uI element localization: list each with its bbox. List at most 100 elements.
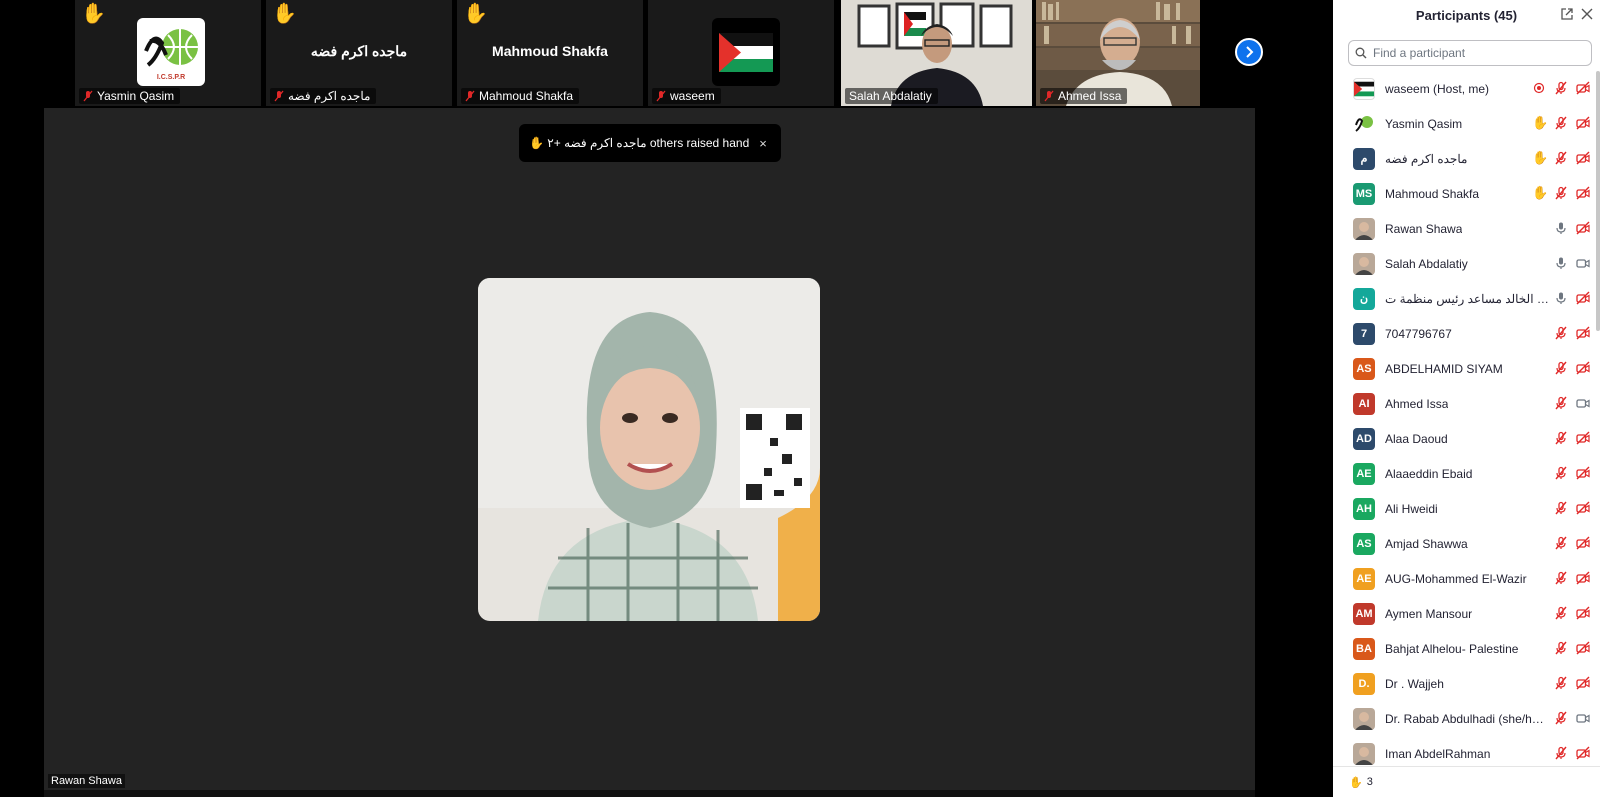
participant-name: Amjad Shawwa xyxy=(1385,536,1468,551)
muted-mic-icon[interactable] xyxy=(1554,676,1568,690)
camera-off-icon[interactable] xyxy=(1576,151,1590,165)
muted-mic-icon[interactable] xyxy=(1554,326,1568,340)
muted-mic-icon[interactable] xyxy=(1554,711,1568,725)
camera-off-icon[interactable] xyxy=(1576,746,1590,760)
participant-row[interactable]: AS ABDELHAMID SIYAM xyxy=(1333,351,1600,386)
muted-mic-icon[interactable] xyxy=(1554,641,1568,655)
search-input[interactable] xyxy=(1373,46,1585,60)
camera-off-icon[interactable] xyxy=(1576,676,1590,690)
camera-off-icon[interactable] xyxy=(1576,606,1590,620)
camera-off-icon[interactable] xyxy=(1576,641,1590,655)
participant-name: Ahmed Issa xyxy=(1385,396,1449,411)
participant-avatar: AS xyxy=(1353,357,1375,380)
camera-off-icon[interactable] xyxy=(1576,571,1590,585)
camera-off-icon[interactable] xyxy=(1576,431,1590,445)
notification-text: ✋ ماجده اكرم فضه +٢ others raised hands xyxy=(529,136,749,150)
mic-icon[interactable] xyxy=(1554,221,1568,235)
participant-avatar: AI xyxy=(1353,392,1375,415)
participant-row[interactable]: waseem (Host, me) xyxy=(1333,71,1600,106)
participant-row[interactable]: D. Dr . Wajjeh xyxy=(1333,666,1600,701)
next-page-button[interactable] xyxy=(1235,38,1263,66)
video-tile[interactable]: ✋ I.C.S.P.R Yasmin Qasim xyxy=(75,0,261,106)
participant-row[interactable]: Dr. Rabab Abdulhadi (she/her),... xyxy=(1333,701,1600,736)
mic-icon[interactable] xyxy=(1554,291,1568,305)
participant-row[interactable]: Yasmin Qasim ✋ xyxy=(1333,106,1600,141)
participant-list: waseem (Host, me) Yasmin Qasim ✋ م ماجده اكر… xyxy=(1333,71,1600,766)
popout-icon[interactable] xyxy=(1560,7,1574,21)
participant-row[interactable]: Salah Abdalatiy xyxy=(1333,246,1600,281)
participants-panel: Participants (45) waseem (Host, me) Yasmi… xyxy=(1333,0,1600,797)
participant-row[interactable]: AH Ali Hweidi xyxy=(1333,491,1600,526)
muted-mic-icon[interactable] xyxy=(1554,361,1568,375)
active-speaker-stage[interactable]: ✋ ماجده اكرم فضه +٢ others raised hands … xyxy=(44,108,1255,790)
participant-avatar xyxy=(1353,707,1375,730)
tile-nameplate: waseem xyxy=(652,88,721,104)
participant-row[interactable]: AD Alaa Daoud xyxy=(1333,421,1600,456)
participant-row[interactable]: م ماجده اكرم فضه ✋ xyxy=(1333,141,1600,176)
muted-mic-icon[interactable] xyxy=(1554,151,1568,165)
muted-mic-icon[interactable] xyxy=(1554,466,1568,480)
muted-mic-icon[interactable] xyxy=(1554,606,1568,620)
participant-row[interactable]: MS Mahmoud Shakfa ✋ xyxy=(1333,176,1600,211)
camera-icon[interactable] xyxy=(1576,711,1590,725)
video-tile[interactable]: waseem xyxy=(648,0,834,106)
participant-row[interactable]: AM Aymen Mansour xyxy=(1333,596,1600,631)
video-tile[interactable]: ✋ Mahmoud Shakfa Mahmoud Shakfa xyxy=(457,0,643,106)
camera-off-icon[interactable] xyxy=(1576,186,1590,200)
raised-hand-icon: ✋ xyxy=(463,3,488,25)
muted-mic-icon[interactable] xyxy=(1554,81,1568,95)
scrollbar[interactable] xyxy=(1596,71,1600,331)
muted-mic-icon[interactable] xyxy=(1554,431,1568,445)
tile-nameplate: Ahmed Issa xyxy=(1040,88,1128,104)
participant-row[interactable]: AE AUG-Mohammed El-Wazir xyxy=(1333,561,1600,596)
participant-name: Alaaeddin Ebaid xyxy=(1385,466,1473,481)
muted-mic-icon[interactable] xyxy=(1554,536,1568,550)
camera-icon[interactable] xyxy=(1576,256,1590,270)
muted-mic-icon[interactable] xyxy=(1554,501,1568,515)
participant-row[interactable]: 7 7047796767 xyxy=(1333,316,1600,351)
camera-off-icon[interactable] xyxy=(1576,501,1590,515)
search-icon xyxy=(1355,47,1367,59)
camera-off-icon[interactable] xyxy=(1576,291,1590,305)
participant-status-icons xyxy=(1554,641,1590,655)
search-box[interactable] xyxy=(1348,40,1592,66)
camera-off-icon[interactable] xyxy=(1576,221,1590,235)
participant-name: Salah Abdalatiy xyxy=(1385,256,1468,271)
participant-row[interactable]: BA Bahjat Alhelou- Palestine xyxy=(1333,631,1600,666)
video-tile[interactable]: Salah Abdalatiy xyxy=(841,0,1032,106)
video-tile[interactable]: ✋ ماجده اكرم فضه ماجده اكرم فضه xyxy=(266,0,452,106)
close-icon[interactable] xyxy=(1580,7,1594,21)
camera-icon[interactable] xyxy=(1576,396,1590,410)
camera-off-icon[interactable] xyxy=(1576,116,1590,130)
muted-mic-icon[interactable] xyxy=(1554,116,1568,130)
mic-icon[interactable] xyxy=(1554,256,1568,270)
muted-mic-icon[interactable] xyxy=(1554,186,1568,200)
participant-status-icons xyxy=(1554,676,1590,690)
participant-row[interactable]: AE Alaaeddin Ebaid xyxy=(1333,456,1600,491)
raised-hand-icon: ✋ xyxy=(1349,776,1363,789)
camera-off-icon[interactable] xyxy=(1576,326,1590,340)
participant-row[interactable]: Rawan Shawa xyxy=(1333,211,1600,246)
muted-mic-icon[interactable] xyxy=(1554,396,1568,410)
svg-text:I.C.S.P.R: I.C.S.P.R xyxy=(157,74,185,81)
camera-off-icon[interactable] xyxy=(1576,466,1590,480)
participant-name: Rawan Shawa xyxy=(1385,221,1463,236)
participant-row[interactable]: AS Amjad Shawwa xyxy=(1333,526,1600,561)
muted-mic-icon[interactable] xyxy=(1554,571,1568,585)
chevron-right-icon xyxy=(1246,46,1254,58)
raised-hand-count: 3 xyxy=(1366,776,1373,788)
participant-status-icons xyxy=(1554,711,1590,725)
participant-name: 7047796767 xyxy=(1385,326,1452,341)
camera-off-icon[interactable] xyxy=(1576,361,1590,375)
video-tile[interactable]: Ahmed Issa xyxy=(1036,0,1200,106)
participant-row[interactable]: AI Ahmed Issa xyxy=(1333,386,1600,421)
close-icon[interactable]: × xyxy=(755,135,771,151)
participant-row[interactable]: Iman AbdelRahman xyxy=(1333,736,1600,766)
participant-status-icons xyxy=(1554,396,1590,410)
camera-off-icon[interactable] xyxy=(1576,536,1590,550)
participant-row[interactable]: ن نزار الخالد مساعد رئيس منظمة ت... xyxy=(1333,281,1600,316)
user-photo-icon xyxy=(1353,252,1375,275)
participant-name: Dr. Rabab Abdulhadi (she/her),... xyxy=(1385,711,1550,726)
muted-mic-icon[interactable] xyxy=(1554,746,1568,760)
camera-off-icon[interactable] xyxy=(1576,81,1590,95)
